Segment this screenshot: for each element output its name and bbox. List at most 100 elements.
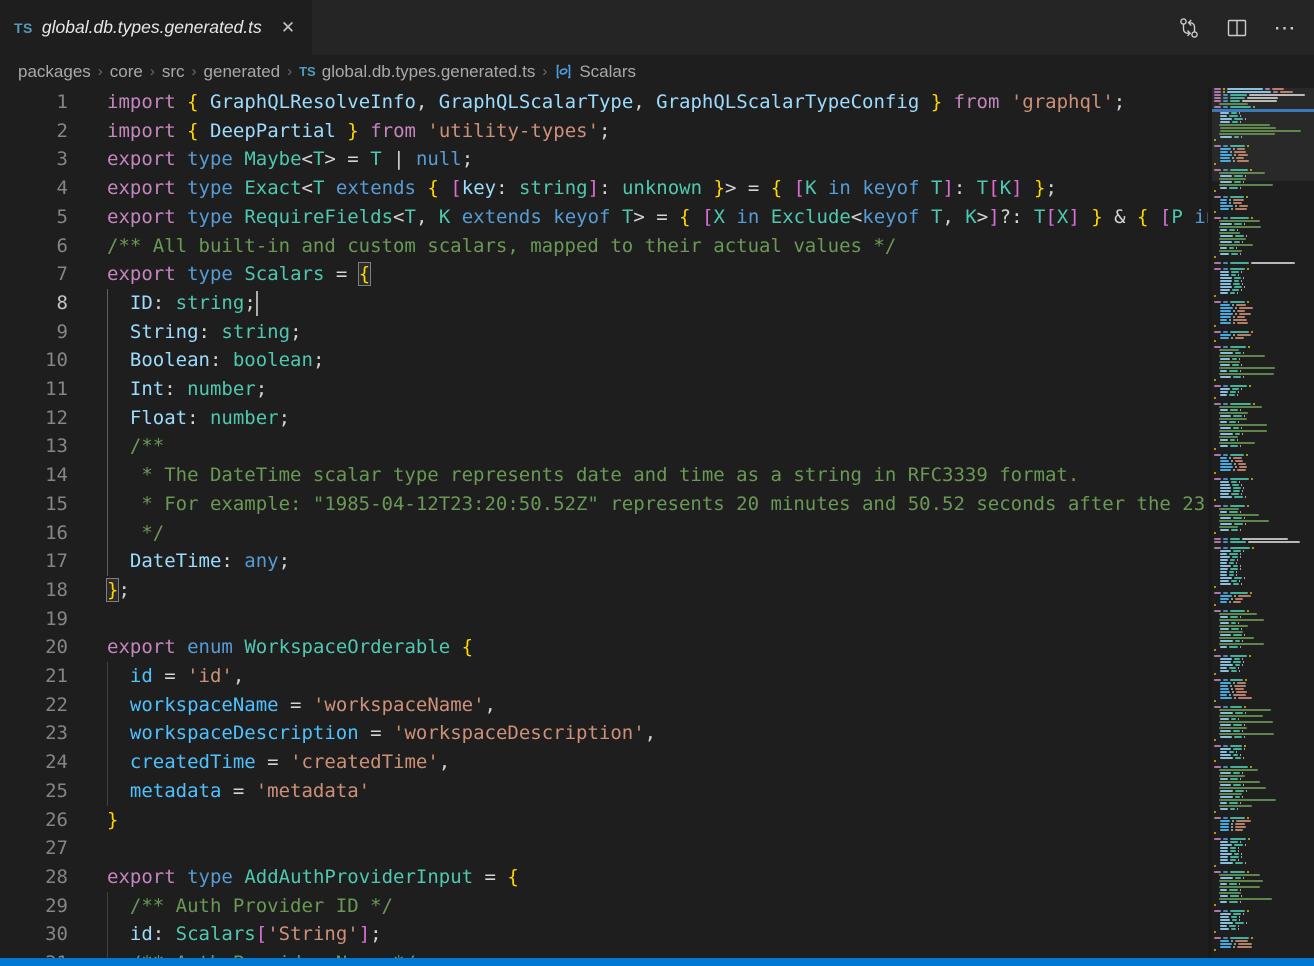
breadcrumb-generated[interactable]: generated: [204, 62, 281, 82]
breadcrumb-core[interactable]: core: [110, 62, 143, 82]
code-line[interactable]: 12 Float: number;: [0, 404, 1208, 433]
code-editor[interactable]: 1import { GraphQLResolveInfo, GraphQLSca…: [0, 88, 1208, 958]
code-line[interactable]: 11 Int: number;: [0, 375, 1208, 404]
minimap-line: [1214, 127, 1278, 129]
line-number[interactable]: 25: [0, 777, 68, 806]
close-tab-icon[interactable]: ✕: [276, 16, 300, 40]
code-line[interactable]: 20export enum WorkspaceOrderable {: [0, 633, 1208, 662]
code-line[interactable]: 17 DateTime: any;: [0, 547, 1208, 576]
minimap-line: [1214, 145, 1251, 147]
line-number[interactable]: 29: [0, 892, 68, 921]
code-line[interactable]: 4export type Exact<T extends { [key: str…: [0, 174, 1208, 203]
line-number[interactable]: 23: [0, 719, 68, 748]
code-line[interactable]: 31 /** Auth Provider Name */: [0, 949, 1208, 958]
line-number[interactable]: 11: [0, 375, 68, 404]
line-number[interactable]: 16: [0, 519, 68, 548]
code-line[interactable]: 2import { DeepPartial } from 'utility-ty…: [0, 117, 1208, 146]
code-line[interactable]: 24 createdTime = 'createdTime',: [0, 748, 1208, 777]
line-number[interactable]: 4: [0, 174, 68, 203]
line-number[interactable]: 12: [0, 404, 68, 433]
breadcrumb-symbol-scalars[interactable]: Scalars: [579, 62, 636, 82]
more-actions-icon[interactable]: ⋯: [1268, 11, 1302, 45]
minimap-line: [1214, 169, 1254, 171]
code-line[interactable]: 21 id = 'id',: [0, 662, 1208, 691]
line-number[interactable]: 9: [0, 318, 68, 347]
minimap-line: [1214, 745, 1248, 747]
code-line[interactable]: 13 /**: [0, 432, 1208, 461]
line-number[interactable]: 28: [0, 863, 68, 892]
status-bar[interactable]: [0, 958, 1314, 966]
minimap-current-line-highlight: [1212, 109, 1314, 112]
minimap-line: [1214, 397, 1218, 399]
code-line[interactable]: 10 Boolean: boolean;: [0, 346, 1208, 375]
code-line[interactable]: 23 workspaceDescription = 'workspaceDesc…: [0, 719, 1208, 748]
line-number[interactable]: 21: [0, 662, 68, 691]
line-number[interactable]: 20: [0, 633, 68, 662]
line-number[interactable]: 2: [0, 117, 68, 146]
code-line[interactable]: 16 */: [0, 519, 1208, 548]
line-number[interactable]: 15: [0, 490, 68, 519]
code-line[interactable]: 9 String: string;: [0, 318, 1208, 347]
code-line[interactable]: 29 /** Auth Provider ID */: [0, 892, 1208, 921]
code-line[interactable]: 1import { GraphQLResolveInfo, GraphQLSca…: [0, 88, 1208, 117]
minimap-line: [1214, 898, 1274, 900]
line-number[interactable]: 5: [0, 203, 68, 232]
line-number[interactable]: 27: [0, 834, 68, 863]
code-line[interactable]: 22 workspaceName = 'workspaceName',: [0, 691, 1208, 720]
minimap-line: [1214, 769, 1260, 771]
minimap-line: [1214, 844, 1248, 846]
line-number[interactable]: 17: [0, 547, 68, 576]
line-number[interactable]: 19: [0, 605, 68, 634]
breadcrumb-src[interactable]: src: [162, 62, 185, 82]
line-number[interactable]: 26: [0, 806, 68, 835]
line-number[interactable]: 10: [0, 346, 68, 375]
tab-global-db-types[interactable]: TS global.db.types.generated.ts ✕: [0, 0, 312, 55]
code-line[interactable]: 15 * For example: "1985-04-12T23:20:50.5…: [0, 490, 1208, 519]
line-number[interactable]: 7: [0, 260, 68, 289]
code-line[interactable]: 6/** All built-in and custom scalars, ma…: [0, 232, 1208, 261]
minimap-line: [1214, 352, 1246, 354]
minimap-line: [1214, 235, 1249, 237]
line-number[interactable]: 18: [0, 576, 68, 605]
minimap[interactable]: [1212, 88, 1314, 958]
code-line[interactable]: 26}: [0, 806, 1208, 835]
code-text: export type Scalars = {: [107, 260, 370, 289]
code-line[interactable]: 30 id: Scalars['String'];: [0, 920, 1208, 949]
minimap-line: [1214, 823, 1247, 825]
minimap-line: [1214, 280, 1244, 282]
code-text: String: string;: [107, 318, 302, 347]
split-editor-icon[interactable]: [1220, 11, 1254, 45]
line-number[interactable]: 8: [0, 289, 68, 318]
line-number[interactable]: 14: [0, 461, 68, 490]
line-number[interactable]: 30: [0, 920, 68, 949]
open-changes-icon[interactable]: [1172, 11, 1206, 45]
line-number[interactable]: 6: [0, 232, 68, 261]
minimap-line: [1214, 163, 1218, 165]
line-number[interactable]: 31: [0, 949, 68, 958]
minimap-line: [1214, 949, 1218, 951]
code-line[interactable]: 14 * The DateTime scalar type represents…: [0, 461, 1208, 490]
minimap-line: [1214, 457, 1244, 459]
code-line[interactable]: 7 export type Scalars = {: [0, 260, 1208, 289]
code-line[interactable]: 3export type Maybe<T> = T | null;: [0, 145, 1208, 174]
line-number[interactable]: 3: [0, 145, 68, 174]
minimap-line: [1214, 511, 1243, 513]
minimap-line: [1214, 139, 1218, 141]
code-line[interactable]: 8 ID: string;: [0, 289, 1208, 318]
code-line[interactable]: 18};: [0, 576, 1208, 605]
minimap-line: [1214, 220, 1262, 222]
code-line[interactable]: 28export type AddAuthProviderInput = {: [0, 863, 1208, 892]
code-line[interactable]: 19: [0, 605, 1208, 634]
line-number[interactable]: 13: [0, 432, 68, 461]
code-line[interactable]: 27: [0, 834, 1208, 863]
minimap-line: [1214, 460, 1245, 462]
line-number[interactable]: 24: [0, 748, 68, 777]
line-number[interactable]: 22: [0, 691, 68, 720]
code-line[interactable]: 5export type RequireFields<T, K extends …: [0, 203, 1208, 232]
minimap-line: [1214, 739, 1218, 741]
code-line[interactable]: 25 metadata = 'metadata': [0, 777, 1208, 806]
breadcrumb-packages[interactable]: packages: [18, 62, 91, 82]
line-number[interactable]: 1: [0, 88, 68, 117]
minimap-line: [1214, 793, 1244, 795]
breadcrumb-filename[interactable]: global.db.types.generated.ts: [322, 62, 536, 82]
